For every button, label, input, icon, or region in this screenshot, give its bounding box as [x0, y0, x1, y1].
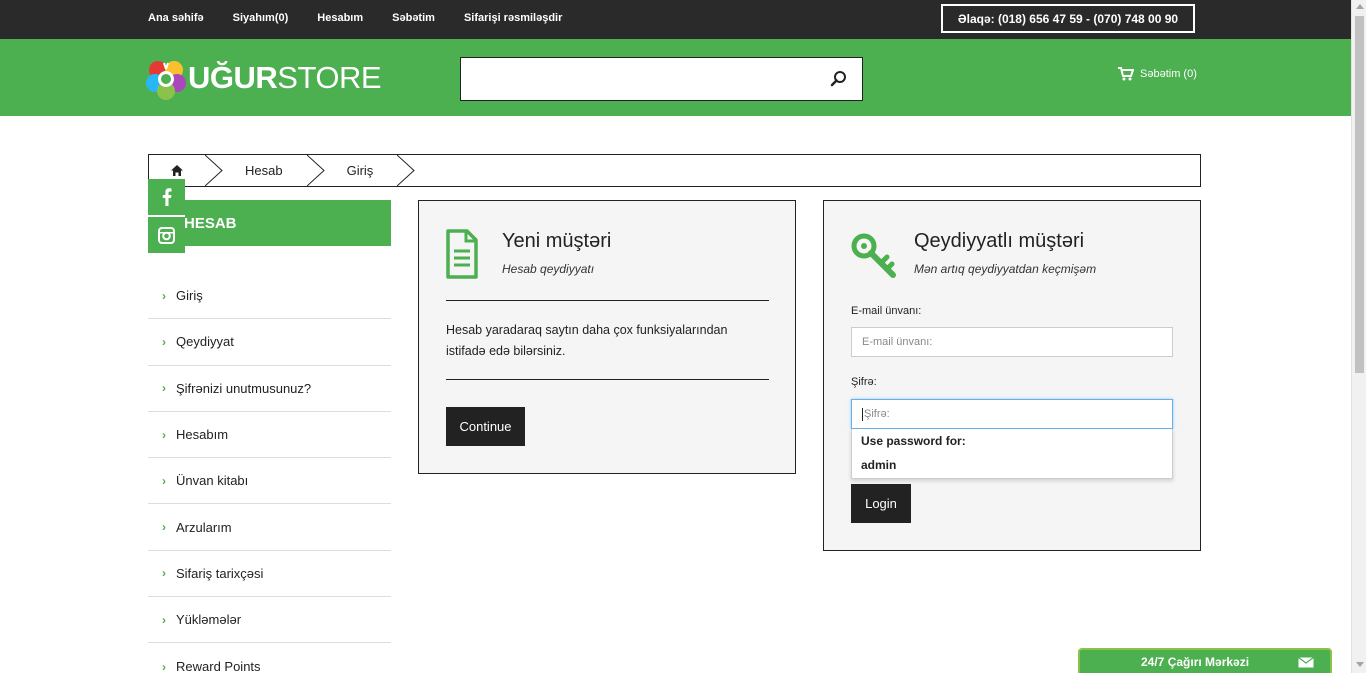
returning-customer-title: Qeydiyyatlı müştəri	[914, 230, 1085, 252]
key-icon	[851, 233, 896, 278]
returning-customer-panel: Qeydiyyatlı müştəri Mən artıq qeydiyyatd…	[823, 200, 1201, 551]
sidebar-item-label: Qeydiyyat	[176, 334, 234, 350]
password-field[interactable]: Şifrə:	[851, 399, 1173, 429]
nav-account-link[interactable]: Hesabım	[317, 12, 363, 24]
nav-cart-link[interactable]: Səbətim	[392, 12, 435, 24]
sidebar-item-label: Hesabım	[176, 427, 229, 443]
chevron-right-icon: ›	[162, 520, 166, 535]
breadcrumb-separator	[205, 155, 223, 186]
cart-icon	[1118, 67, 1134, 81]
nav-wishlist-link[interactable]: Siyahım(0)	[233, 12, 289, 24]
facebook-button[interactable]	[148, 179, 185, 217]
sidebar-item-register[interactable]: › Qeydiyyat	[148, 319, 391, 366]
cart-label: Səbətim (0)	[1140, 68, 1197, 80]
flower-logo-icon	[146, 55, 186, 101]
chevron-right-icon: ›	[162, 612, 166, 627]
sidebar-item-order-history[interactable]: › Sifariş tarixçəsi	[148, 551, 391, 598]
new-customer-subtitle: Hesab qeydiyyatı	[502, 262, 595, 276]
chevron-right-icon: ›	[162, 659, 166, 674]
site-logo[interactable]: UĞURSTORE	[146, 55, 382, 101]
instagram-icon	[158, 226, 175, 244]
text-cursor	[862, 407, 863, 421]
returning-customer-subtitle: Mən artıq qeydiyyatdan keçmişəm	[914, 262, 1097, 276]
sidebar-item-label: Arzularım	[176, 519, 232, 535]
logo-wordmark: UĞURSTORE	[188, 60, 382, 95]
password-label: Şifrə:	[851, 376, 877, 388]
social-buttons	[148, 179, 185, 255]
top-bar: Ana səhifə Siyahım(0) Hesabım Səbətim Si…	[0, 0, 1351, 39]
chevron-right-icon: ›	[162, 288, 166, 303]
chevron-right-icon: ›	[162, 381, 166, 396]
password-placeholder: Şifrə:	[864, 408, 890, 420]
sidebar-item-login[interactable]: › Giriş	[148, 273, 391, 320]
nav-checkout-link[interactable]: Sifarişi rəsmiləşdir	[464, 12, 562, 24]
breadcrumb-separator	[397, 155, 416, 186]
sidebar-item-label: Giriş	[176, 288, 203, 304]
login-button[interactable]: Login	[851, 484, 911, 523]
contact-phone: Əlaqə: (018) 656 47 59 - (070) 748 00 90	[941, 4, 1195, 33]
home-icon	[171, 165, 183, 176]
sidebar-menu: › Giriş › Qeydiyyat › Şifrənizi unutmusunuz…	[148, 273, 391, 690]
email-label: E-mail ünvanı:	[851, 305, 922, 317]
sidebar-item-label: Sifariş tarixçəsi	[176, 565, 264, 581]
instagram-button[interactable]	[148, 217, 185, 255]
header: UĞURSTORE Səbətim (0)	[0, 39, 1351, 116]
chevron-right-icon: ›	[162, 473, 166, 488]
autocomplete-title: Use password for:	[861, 434, 966, 448]
new-customer-description: Hesab yaradaraq saytın daha çox funksiya…	[446, 323, 728, 358]
sidebar-item-downloads[interactable]: › Yükləmələr	[148, 597, 391, 644]
scroll-down-arrow-icon[interactable]	[1356, 662, 1364, 667]
support-chat-widget[interactable]: 24/7 Çağırı Mərkəzi	[1078, 648, 1332, 673]
page-scrollbar[interactable]	[1351, 0, 1366, 673]
search-icon[interactable]	[830, 70, 848, 88]
password-autocomplete-dropdown: Use password for: admin	[851, 429, 1173, 479]
breadcrumb: Hesab Giriş	[148, 154, 1201, 187]
breadcrumb-account[interactable]: Hesab	[223, 155, 307, 186]
envelope-icon	[1298, 657, 1314, 668]
search-box	[460, 57, 863, 101]
sidebar-item-label: Şifrənizi unutmusunuz?	[176, 380, 312, 396]
scroll-thumb[interactable]	[1355, 16, 1364, 373]
sidebar-item-forgot-password[interactable]: › Şifrənizi unutmusunuz?	[148, 366, 391, 412]
divider	[446, 379, 769, 380]
new-customer-panel: Yeni müştəri Hesab qeydiyyatı Hesab yara…	[418, 200, 796, 474]
sidebar-item-my-account[interactable]: › Hesabım	[148, 412, 391, 459]
document-icon	[446, 229, 478, 279]
facebook-icon	[162, 188, 171, 206]
breadcrumb-login[interactable]: Giriş	[325, 155, 398, 186]
sidebar-item-reward-points[interactable]: › Reward Points	[148, 643, 391, 689]
email-field[interactable]: E-mail ünvanı:	[851, 327, 1173, 357]
search-input[interactable]	[461, 58, 821, 100]
sidebar-item-label: Reward Points	[176, 659, 261, 675]
scroll-up-arrow-icon[interactable]	[1356, 4, 1364, 9]
continue-button[interactable]: Continue	[446, 407, 525, 446]
new-customer-title: Yeni müştəri	[502, 230, 612, 252]
sidebar-item-wishlist[interactable]: › Arzularım	[148, 504, 391, 551]
autocomplete-suggestion[interactable]: admin	[861, 458, 896, 472]
sidebar-item-label: Yükləmələr	[176, 612, 242, 628]
chat-label: 24/7 Çağırı Mərkəzi	[1141, 654, 1250, 669]
chevron-right-icon: ›	[162, 566, 166, 581]
divider	[446, 300, 769, 301]
nav-home-link[interactable]: Ana səhifə	[148, 12, 204, 24]
email-placeholder: E-mail ünvanı:	[862, 336, 933, 348]
top-navigation: Ana səhifə Siyahım(0) Hesabım Səbətim Si…	[148, 0, 591, 35]
header-cart-link[interactable]: Səbətim (0)	[1118, 67, 1197, 81]
breadcrumb-separator	[306, 155, 325, 186]
chevron-right-icon: ›	[162, 427, 166, 442]
chevron-right-icon: ›	[162, 334, 166, 349]
sidebar-item-address-book[interactable]: › Ünvan kitabı	[148, 458, 391, 505]
sidebar-item-label: Ünvan kitabı	[176, 473, 249, 489]
